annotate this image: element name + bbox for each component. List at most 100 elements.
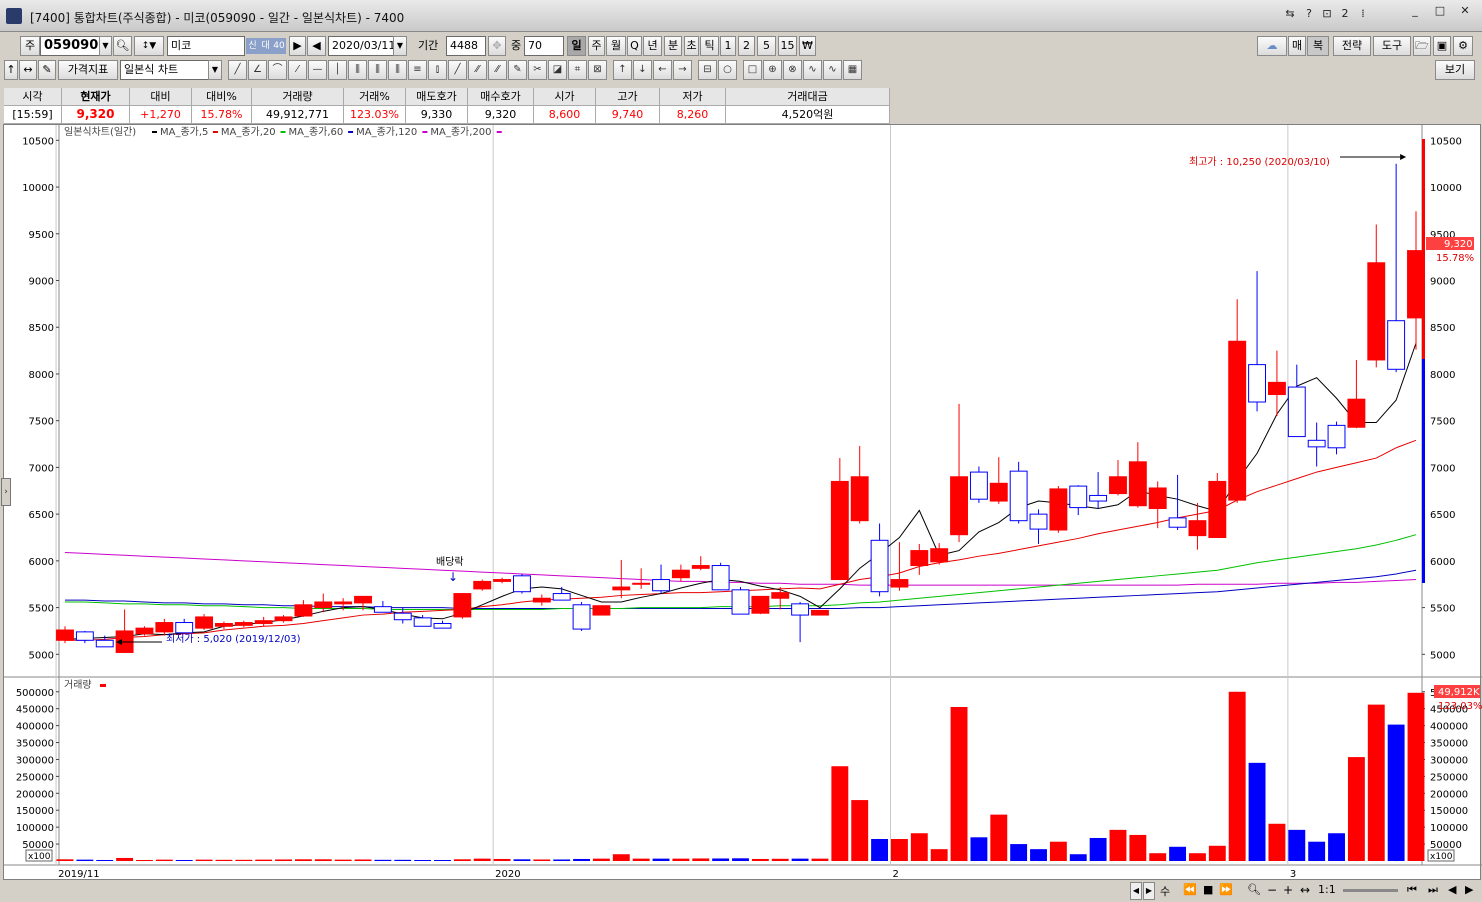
vertical-line-icon[interactable]: │ bbox=[328, 60, 347, 80]
period-button-4[interactable]: 년 bbox=[643, 36, 662, 56]
horizontal-line-icon[interactable]: — bbox=[308, 60, 327, 80]
pattern-icon[interactable]: ⌗ bbox=[568, 60, 587, 80]
prev-page-icon[interactable]: ◀ bbox=[1448, 883, 1456, 896]
period-button-6[interactable]: 초 bbox=[684, 36, 699, 56]
save-icon[interactable]: ▣ bbox=[1433, 36, 1451, 56]
up-arrow-icon[interactable]: ↑ bbox=[4, 60, 18, 80]
view-button[interactable]: 보기 bbox=[1435, 60, 1475, 80]
parallel-1-icon[interactable]: ⁄⁄ bbox=[468, 60, 487, 80]
link-icon[interactable]: ⇆ bbox=[1283, 7, 1297, 21]
date-dropdown-icon[interactable]: ▼ bbox=[393, 36, 407, 56]
last-icon[interactable]: ⏭ bbox=[1428, 883, 1438, 897]
wave-2-icon[interactable]: ∿ bbox=[823, 60, 842, 80]
date-input[interactable]: 2020/03/11 bbox=[328, 36, 394, 56]
period-button-7[interactable]: 틱 bbox=[700, 36, 719, 56]
chart-type-select[interactable]: 일본식 차트 bbox=[120, 60, 210, 80]
arc-icon[interactable]: ⌒ bbox=[268, 60, 287, 80]
side-panel-toggle[interactable]: › bbox=[1, 478, 11, 506]
parallel-2-icon[interactable]: ⁄⁄ bbox=[488, 60, 507, 80]
grid-lines-icon[interactable]: ≡ bbox=[408, 60, 427, 80]
edit-icon[interactable]: ✎ bbox=[38, 60, 56, 80]
gann-lines-icon[interactable]: ⫼ bbox=[388, 60, 407, 80]
arrow-right-icon[interactable]: → bbox=[673, 60, 692, 80]
market-select[interactable]: 주 bbox=[20, 36, 40, 56]
wave-1-icon[interactable]: ∿ bbox=[803, 60, 822, 80]
fill-icon[interactable]: ◪ bbox=[548, 60, 567, 80]
horizontal-arrows-icon[interactable]: ↔ bbox=[19, 60, 37, 80]
maximize-button[interactable]: □ bbox=[1430, 4, 1450, 20]
reset-zoom-icon[interactable]: ↔ bbox=[1300, 883, 1310, 897]
zoom-target-icon[interactable]: ⊕ bbox=[763, 60, 782, 80]
zoom-in-icon[interactable]: 🔍︎ bbox=[1247, 883, 1261, 896]
ratio-label[interactable]: 1:1 bbox=[1318, 883, 1336, 896]
grid-view-icon[interactable]: ▦ bbox=[843, 60, 862, 80]
more-icon[interactable]: ⁞ bbox=[1356, 7, 1370, 21]
scroll-right-icon[interactable]: ▶ bbox=[1143, 882, 1155, 900]
circle-icon[interactable]: ○ bbox=[718, 60, 737, 80]
period-button-5[interactable]: 분 bbox=[664, 36, 682, 56]
volume-bar bbox=[632, 858, 650, 861]
zoom-slider[interactable] bbox=[1343, 889, 1398, 892]
period-button-11[interactable]: 15 bbox=[778, 36, 797, 56]
period-button-9[interactable]: 2 bbox=[738, 36, 755, 56]
pencil-icon[interactable]: ✎ bbox=[508, 60, 527, 80]
scroll-left-icon[interactable]: ◀ bbox=[1130, 882, 1142, 900]
fan-icon[interactable]: ⁄ bbox=[288, 60, 307, 80]
multi-button[interactable]: 복 bbox=[1307, 36, 1329, 56]
stock-code-input[interactable]: 059090 bbox=[40, 36, 100, 56]
search-icon[interactable]: 🔍︎ bbox=[113, 36, 132, 56]
move-icon[interactable]: ✥ bbox=[488, 36, 506, 56]
angle-line-icon[interactable]: ∠ bbox=[248, 60, 267, 80]
chart-svg[interactable]: 2019/11 2020 2 310500 1050010000 100009500 950… bbox=[4, 125, 1482, 881]
stop-icon[interactable]: ■ bbox=[1203, 883, 1213, 896]
code-dropdown-icon[interactable]: ▼ bbox=[99, 36, 112, 56]
help-icon[interactable]: ? bbox=[1302, 7, 1316, 21]
candle-body bbox=[989, 482, 1008, 502]
split-view-icon[interactable]: ⊟ bbox=[698, 60, 717, 80]
next-arrow-icon[interactable]: ▶ bbox=[289, 36, 306, 56]
minus-icon[interactable]: − bbox=[1267, 883, 1277, 897]
period-button-12[interactable]: ₩ bbox=[799, 36, 816, 56]
period-button-3[interactable]: Q bbox=[627, 36, 642, 56]
prev-arrow-icon[interactable]: ◀ bbox=[307, 36, 326, 56]
sort-icon[interactable]: ↕▼ bbox=[134, 36, 164, 56]
volume-bar bbox=[1387, 724, 1405, 861]
rectangle-icon[interactable]: □ bbox=[743, 60, 762, 80]
plus-icon[interactable]: + bbox=[1283, 883, 1293, 897]
next-page-icon[interactable]: ▶ bbox=[1465, 883, 1473, 896]
period-button-0[interactable]: 일 bbox=[567, 36, 586, 56]
delete-tool-icon[interactable]: ⊗ bbox=[783, 60, 802, 80]
open-icon[interactable]: 🗁 bbox=[1413, 36, 1431, 56]
buy-button[interactable]: 매 bbox=[1288, 36, 1306, 56]
period-button-8[interactable]: 1 bbox=[720, 36, 736, 56]
close-button[interactable]: ✕ bbox=[1455, 4, 1475, 20]
trend-line-icon[interactable]: ╱ bbox=[228, 60, 247, 80]
period-input[interactable]: 4488 bbox=[446, 36, 486, 56]
chart-type-dropdown-icon[interactable]: ▼ bbox=[208, 60, 222, 80]
minimize-button[interactable]: _ bbox=[1405, 4, 1425, 20]
period-button-1[interactable]: 주 bbox=[588, 36, 605, 56]
box-icon[interactable]: ⊠ bbox=[588, 60, 607, 80]
indicator-button[interactable]: 가격지표 bbox=[58, 60, 118, 80]
cloud-icon[interactable]: ☁ bbox=[1257, 36, 1287, 56]
scissors-icon[interactable]: ✂ bbox=[528, 60, 547, 80]
strategy-button[interactable]: 전략 bbox=[1333, 36, 1371, 56]
settings-icon[interactable]: ⚙ bbox=[1453, 36, 1473, 56]
arrow-left-icon[interactable]: ← bbox=[653, 60, 672, 80]
arrow-up-icon[interactable]: ↑ bbox=[613, 60, 632, 80]
tools-button[interactable]: 도구 bbox=[1373, 36, 1411, 56]
fib-time-icon[interactable]: ⫼ bbox=[368, 60, 387, 80]
period-button-10[interactable]: 5 bbox=[757, 36, 776, 56]
first-icon[interactable]: ⏮ bbox=[1407, 883, 1417, 897]
regression-icon[interactable]: ╱ bbox=[448, 60, 467, 80]
screen-count-icon[interactable]: 2 bbox=[1338, 7, 1352, 21]
fast-forward-icon[interactable]: ⏩ bbox=[1219, 883, 1233, 896]
layout-icon[interactable]: ⊡ bbox=[1320, 7, 1334, 21]
rewind-icon[interactable]: ⏪ bbox=[1183, 883, 1197, 896]
channel-icon[interactable]: ⫾ bbox=[428, 60, 447, 80]
arrow-down-icon[interactable]: ↓ bbox=[633, 60, 652, 80]
manual-label[interactable]: 수 bbox=[1160, 883, 1170, 899]
count-input[interactable]: 70 bbox=[524, 36, 564, 56]
period-button-2[interactable]: 월 bbox=[606, 36, 626, 56]
cycle-lines-icon[interactable]: ⫼ bbox=[348, 60, 367, 80]
